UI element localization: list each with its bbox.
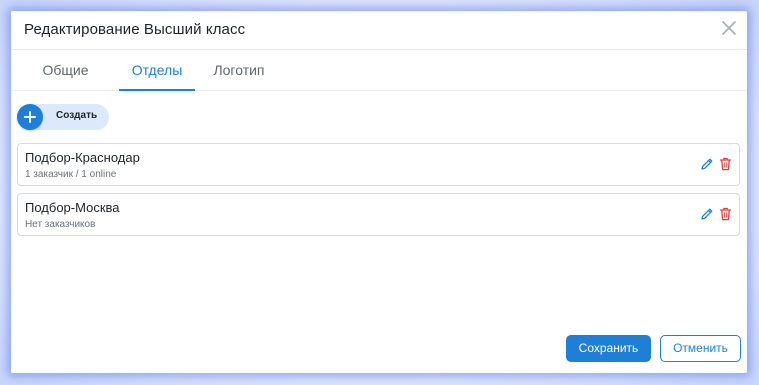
pencil-icon[interactable] [700, 207, 714, 221]
save-button[interactable]: Сохранить [566, 335, 651, 362]
close-icon[interactable] [721, 20, 737, 36]
department-name: Подбор-Москва [25, 200, 120, 215]
create-button[interactable]: Создать [17, 104, 109, 130]
department-item: Подбор-Краснодар 1 заказчик / 1 online [17, 143, 740, 186]
trash-icon[interactable] [719, 207, 732, 221]
pencil-icon[interactable] [700, 157, 714, 171]
cancel-button[interactable]: Отменить [660, 335, 741, 362]
tab-general-data[interactable]: Общие данные [24, 50, 107, 118]
department-stats: 1 заказчик / 1 online [25, 169, 117, 180]
department-stats: Нет заказчиков [25, 219, 96, 230]
plus-icon [17, 104, 43, 130]
trash-icon[interactable] [719, 157, 732, 171]
tab-bar: Общие данные Отделы Логотип [11, 50, 747, 118]
edit-dialog: Редактирование Высший класс Общие данные… [11, 11, 747, 373]
departments-list: Подбор-Краснодар 1 заказчик / 1 online П… [17, 143, 740, 243]
tab-departments[interactable]: Отделы [119, 50, 195, 91]
department-name: Подбор-Краснодар [25, 150, 140, 165]
dialog-header: Редактирование Высший класс [11, 11, 747, 50]
tab-logo[interactable]: Логотип [207, 50, 271, 90]
department-item: Подбор-Москва Нет заказчиков [17, 193, 740, 236]
dialog-title: Редактирование Высший класс [24, 21, 246, 38]
create-button-label: Создать [56, 110, 98, 121]
